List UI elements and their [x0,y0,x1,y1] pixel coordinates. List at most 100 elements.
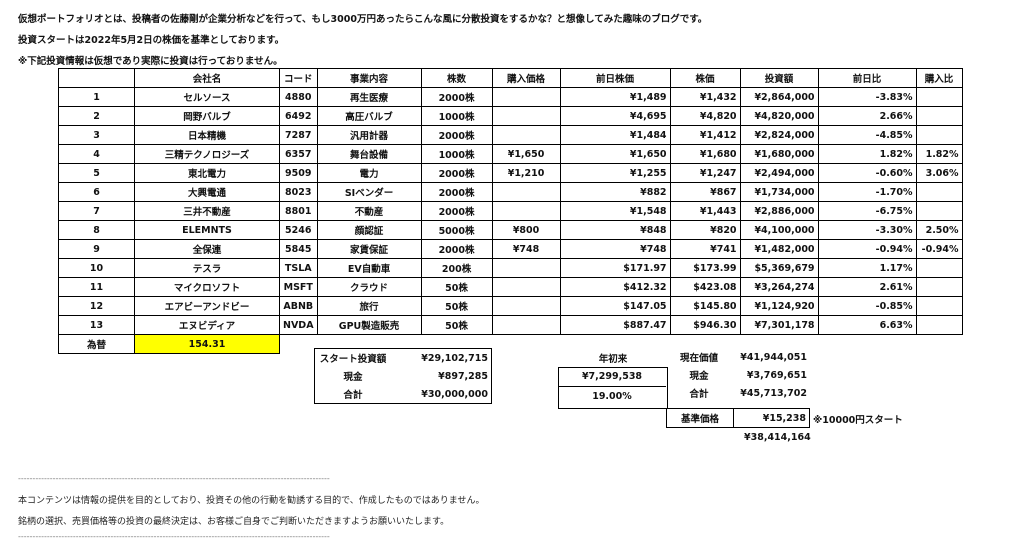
stock-code: 6357 [279,144,318,164]
stock-code: 5246 [279,220,318,240]
price: ¥820 [669,220,741,240]
price: ¥4,820 [669,106,741,126]
portfolio-table: 会社名 コード 事業内容 株数 購入価格 前日株価 株価 投資額 前日比 購入比… [58,68,963,354]
table-row: 13 エヌビディア NVDA GPU製造販売 50株 $887.47 $946.30 ¥7,3… [58,315,963,335]
buy-ratio: 1.82% [915,144,963,164]
shares: 2000株 [420,182,493,202]
business: 再生医療 [316,87,422,107]
prev-price: ¥1,484 [559,125,671,145]
stock-code: 7287 [279,125,318,145]
price: ¥1,412 [669,125,741,145]
price: $423.08 [669,277,741,297]
now-total-label: 合計 [689,389,709,400]
current-summary: 現在価値 ¥41,944,051 現金 ¥3,769,651 合計 ¥45,71… [666,348,810,402]
price: ¥1,443 [669,201,741,221]
row-index: 10 [58,258,135,278]
row-index: 3 [58,125,135,145]
buy-price [491,125,561,145]
investment-amount: ¥4,820,000 [739,106,819,126]
day-change: 6.63% [817,315,917,335]
cash-label: 現金 [343,372,363,383]
investment-amount: $5,369,679 [739,258,819,278]
business: SIベンダー [316,182,422,202]
stock-code: ABNB [279,296,318,316]
price: ¥1,432 [669,87,741,107]
buy-ratio [915,315,963,335]
divider-bottom: ----------------------------------------… [18,532,330,541]
stock-code: TSLA [279,258,318,278]
day-change: 1.82% [817,144,917,164]
header-index [58,68,135,88]
start-label: スタート投資額 [319,354,387,365]
fx-row: 為替 154.31 [58,334,963,354]
investment-amount: ¥2,864,000 [739,87,819,107]
header-shares: 株数 [420,68,493,88]
prev-price: $171.97 [559,258,671,278]
prev-price: ¥4,695 [559,106,671,126]
buy-price [491,182,561,202]
business: GPU製造販売 [316,315,422,335]
header-amount: 投資額 [739,68,819,88]
company-name: エヌビディア [134,315,280,335]
company-name: 三井不動産 [134,201,280,221]
table-row: 6 大興電通 8023 SIベンダー 2000株 ¥882 ¥867 ¥1,734,000 -1… [58,182,963,202]
investment-amount: ¥2,494,000 [739,163,819,183]
day-change: 1.17% [817,258,917,278]
ytd-pct: 19.00% [592,391,632,402]
disclaimer-2: 銘柄の選択、売買価格等の投資の最終決定は、お客様ご自身でご判断いただきますようお… [18,517,450,527]
company-name: セルソース [134,87,280,107]
day-change: -4.85% [817,125,917,145]
day-change: -0.60% [817,163,917,183]
investment-amount: ¥1,482,000 [739,239,819,259]
now-cash-label: 現金 [689,371,709,382]
investment-amount: ¥3,264,274 [739,277,819,297]
table-row: 1 セルソース 4880 再生医療 2000株 ¥1,489 ¥1,432 ¥2,864,00… [58,87,963,107]
day-change: 2.61% [817,277,917,297]
stock-code: 8801 [279,201,318,221]
buy-ratio [915,125,963,145]
price: $173.99 [669,258,741,278]
header-price: 株価 [669,68,741,88]
company-name: 東北電力 [134,163,280,183]
prev-price: ¥848 [559,220,671,240]
prev-price: $147.05 [559,296,671,316]
price: $946.30 [669,315,741,335]
business: 顔認証 [316,220,422,240]
day-change: -1.70% [817,182,917,202]
header-buy-price: 購入価格 [491,68,561,88]
price: ¥867 [669,182,741,202]
below-value: ¥38,414,164 [744,432,811,443]
company-name: ELEMNTS [134,220,280,240]
price: ¥741 [669,239,741,259]
table-row: 9 全保連 5845 家賃保証 2000株 ¥748 ¥748 ¥741 ¥1,482,000-… [58,239,963,259]
row-index: 1 [58,87,135,107]
business: 高圧バルブ [316,106,422,126]
table-row: 3 日本精機 7287 汎用計器 2000株 ¥1,484 ¥1,412 ¥2,824,000… [58,125,963,145]
intro-line-3: ※下記投資情報は仮想であり実際に投資は行っておりません。 [18,56,283,67]
total-label: 合計 [343,390,363,401]
header-buy-ratio: 購入比 [915,68,963,88]
buy-ratio [915,201,963,221]
shares: 5000株 [420,220,493,240]
header-day-change: 前日比 [817,68,917,88]
company-name: 岡野バルブ [134,106,280,126]
header-prev-price: 前日株価 [559,68,671,88]
shares: 2000株 [420,201,493,221]
header-code: コード [279,68,318,88]
buy-ratio [915,277,963,297]
stock-code: MSFT [279,277,318,297]
prev-price: ¥1,489 [559,87,671,107]
prev-price: ¥1,650 [559,144,671,164]
row-index: 7 [58,201,135,221]
intro-line-2: 投資スタートは2022年5月2日の株価を基準としております。 [18,35,285,46]
business: 電力 [316,163,422,183]
shares: 1000株 [420,106,493,126]
investment-amount: ¥1,124,920 [739,296,819,316]
buy-ratio: -0.94% [915,239,963,259]
shares: 2000株 [420,87,493,107]
table-row: 12 エアビーアンドビー ABNB 旅行 50株 $147.05 $145.80 ¥1,124… [58,296,963,316]
business: クラウド [316,277,422,297]
shares: 50株 [420,296,493,316]
buy-ratio: 2.50% [915,220,963,240]
row-index: 2 [58,106,135,126]
